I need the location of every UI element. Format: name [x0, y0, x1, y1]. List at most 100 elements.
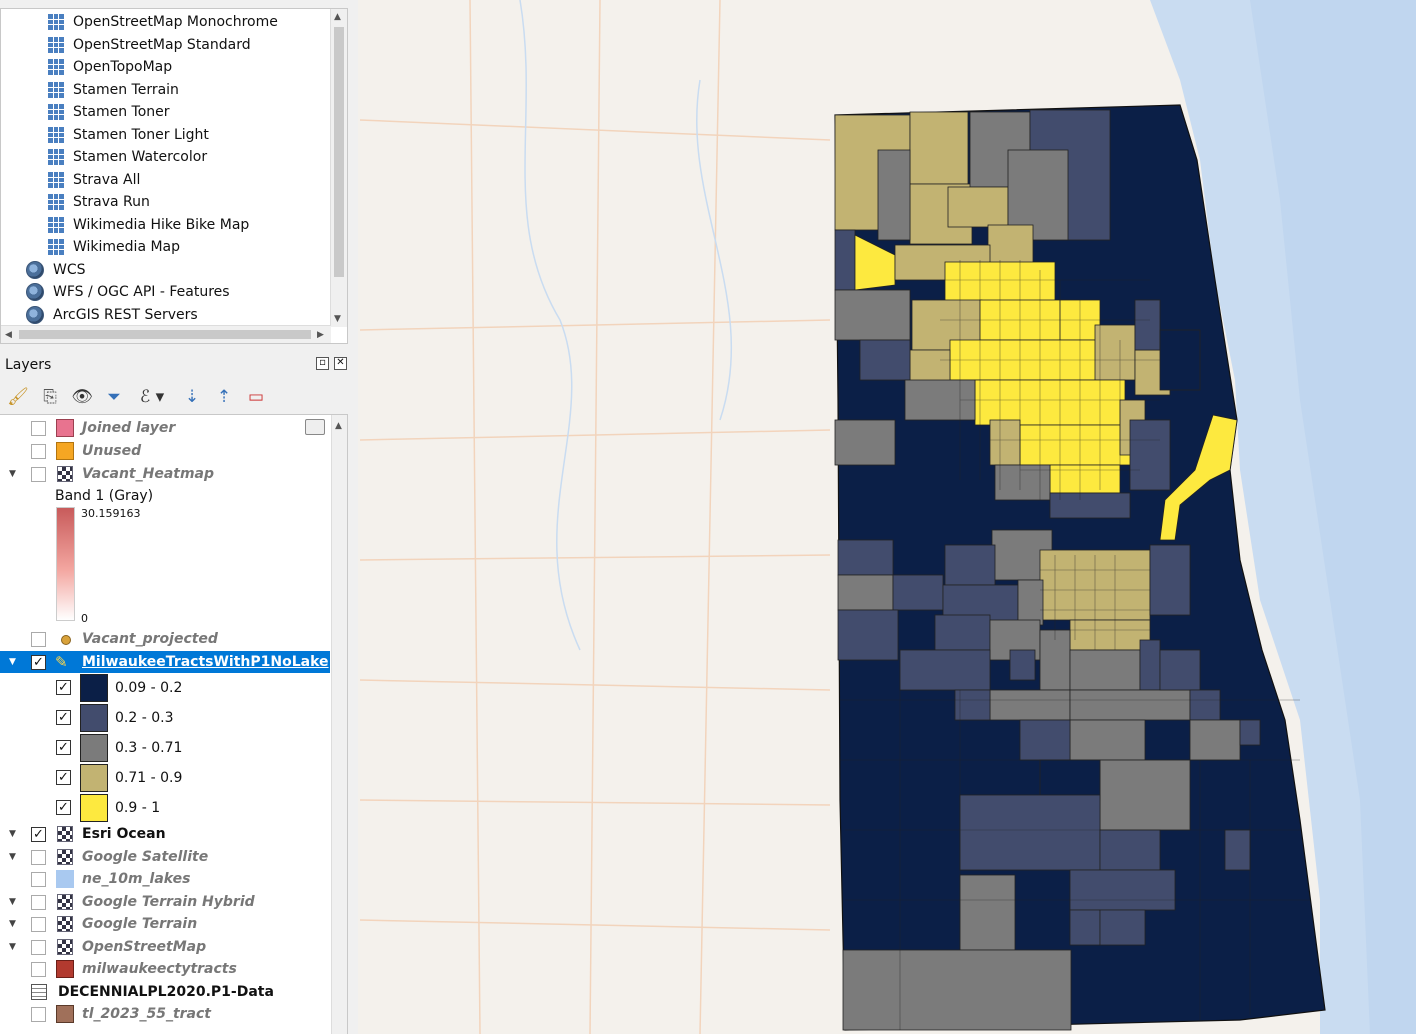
layer-unused[interactable]: Unused	[0, 440, 330, 462]
eye-icon[interactable]: 👁	[70, 385, 94, 409]
collapse-all-icon[interactable]: ⇡	[212, 385, 236, 409]
browser-service[interactable]: WCS	[1, 259, 331, 281]
browser-service[interactable]: ArcGIS REST Servers	[1, 304, 331, 326]
remove-layer-icon[interactable]: ▭	[244, 385, 268, 409]
layer-vacant-projected[interactable]: Vacant_projected	[0, 628, 330, 650]
filter-icon[interactable]: ⏷	[102, 385, 126, 409]
class-checkbox[interactable]: ✓	[56, 710, 71, 725]
layer-checkbox[interactable]	[31, 850, 46, 865]
expand-all-icon[interactable]: ⇣	[180, 385, 204, 409]
browser-vertical-scrollbar[interactable]: ▲ ▼	[330, 9, 347, 327]
browser-item-label: Stamen Toner	[73, 104, 170, 120]
browser-item[interactable]: Stamen Terrain	[1, 79, 331, 101]
expand-arrow-icon[interactable]: ▼	[9, 823, 16, 845]
legend-class-item[interactable]: ✓ 0.71 - 0.9	[0, 763, 330, 793]
class-checkbox[interactable]: ✓	[56, 800, 71, 815]
layer-checkbox[interactable]	[31, 1007, 46, 1022]
xyz-tile-icon	[48, 81, 64, 98]
legend-class-item[interactable]: ✓ 0.09 - 0.2	[0, 673, 330, 703]
class-label: 0.2 - 0.3	[115, 710, 174, 726]
xyz-tile-icon	[48, 36, 64, 53]
layer-checkbox[interactable]: ✓	[31, 827, 46, 842]
class-checkbox[interactable]: ✓	[56, 680, 71, 695]
add-group-icon[interactable]: ⎘	[38, 385, 62, 409]
scroll-thumb-horizontal[interactable]	[19, 330, 311, 339]
layer-checkbox[interactable]	[31, 940, 46, 955]
browser-item[interactable]: Strava All	[1, 169, 331, 191]
layer-milwaukee-tracts-selected[interactable]: ▼ ✓ ✎ MilwaukeeTractsWithP1NoLake	[0, 651, 330, 673]
xyz-tile-icon	[48, 239, 64, 255]
expand-arrow-icon[interactable]: ▼	[9, 651, 16, 673]
layer-checkbox[interactable]	[31, 444, 46, 459]
browser-horizontal-scrollbar[interactable]: ◀ ▶	[1, 325, 331, 343]
layer-milwaukeectytracts[interactable]: milwaukeectytracts	[0, 958, 330, 980]
class-swatch	[80, 794, 108, 822]
band-label: Band 1 (Gray)	[55, 488, 154, 504]
layer-name: Vacant_Heatmap	[82, 466, 215, 482]
polygon-symbol-icon	[56, 442, 74, 460]
browser-item[interactable]: Wikimedia Hike Bike Map	[1, 214, 331, 236]
browser-service-label: ArcGIS REST Servers	[53, 306, 198, 323]
scroll-down-arrow-icon[interactable]: ▼	[334, 314, 341, 324]
expand-arrow-icon[interactable]: ▼	[9, 936, 16, 958]
layer-google-terrain[interactable]: ▼ Google Terrain	[0, 913, 330, 935]
dock-splitter[interactable]	[348, 0, 358, 1034]
layer-checkbox[interactable]	[31, 917, 46, 932]
layer-checkbox[interactable]	[31, 632, 46, 647]
browser-item[interactable]: Stamen Watercolor	[1, 146, 331, 168]
browser-item[interactable]: Strava Run	[1, 191, 331, 213]
layer-ne-lakes[interactable]: ne_10m_lakes	[0, 868, 330, 890]
layer-tl-2023-tract[interactable]: tl_2023_55_tract	[0, 1003, 330, 1025]
map-canvas[interactable]	[358, 0, 1416, 1034]
legend-class-item[interactable]: ✓ 0.2 - 0.3	[0, 703, 330, 733]
browser-item[interactable]: OpenStreetMap Monochrome	[1, 11, 331, 33]
xyz-tile-icon	[48, 194, 64, 210]
expression-filter-icon[interactable]: ℰ ▾	[134, 385, 170, 409]
scroll-thumb[interactable]	[334, 27, 344, 277]
scroll-right-arrow-icon[interactable]: ▶	[317, 330, 324, 340]
layer-checkbox[interactable]	[31, 421, 46, 436]
close-panel-icon[interactable]: ✕	[334, 357, 347, 370]
layer-checkbox[interactable]	[31, 962, 46, 977]
edit-polygon-icon	[56, 960, 74, 978]
layer-checkbox[interactable]	[31, 467, 46, 482]
layer-checkbox[interactable]	[31, 895, 46, 910]
legend-class-item[interactable]: ✓ 0.9 - 1	[0, 793, 330, 823]
layer-checkbox[interactable]	[31, 872, 46, 887]
legend-class-item[interactable]: ✓ 0.3 - 0.71	[0, 733, 330, 763]
expand-arrow-icon[interactable]: ▼	[9, 846, 16, 868]
layers-vertical-scrollbar[interactable]: ▲	[331, 415, 347, 1034]
layer-google-satellite[interactable]: ▼ Google Satellite	[0, 846, 330, 868]
expand-arrow-icon[interactable]: ▼	[9, 891, 16, 913]
layer-esri-ocean[interactable]: ▼ ✓ Esri Ocean	[0, 823, 330, 845]
layer-joined[interactable]: Joined layer	[0, 417, 330, 439]
browser-tree[interactable]: OpenStreetMap Monochrome OpenStreetMap St…	[0, 8, 348, 344]
browser-item[interactable]: OpenTopoMap	[1, 56, 331, 78]
layer-vacant-heatmap[interactable]: ▼ Vacant_Heatmap	[0, 463, 330, 485]
scroll-up-arrow-icon[interactable]: ▲	[335, 421, 342, 431]
paint-brush-icon[interactable]: 🖌	[6, 385, 30, 409]
float-panel-icon[interactable]: ▫	[316, 357, 329, 370]
layer-google-terrain-hybrid[interactable]: ▼ Google Terrain Hybrid	[0, 891, 330, 913]
browser-item[interactable]: Wikimedia Map	[1, 236, 331, 258]
layer-checkbox[interactable]: ✓	[31, 655, 46, 670]
scroll-left-arrow-icon[interactable]: ◀	[5, 330, 12, 340]
browser-item-label: Strava All	[73, 171, 141, 188]
raster-layer-icon	[57, 826, 73, 842]
layer-decennial-table[interactable]: DECENNIALPL2020.P1-Data	[0, 981, 330, 1003]
layer-openstreetmap[interactable]: ▼ OpenStreetMap	[0, 936, 330, 958]
browser-item[interactable]: Stamen Toner Light	[1, 124, 331, 146]
scroll-up-arrow-icon[interactable]: ▲	[334, 12, 341, 22]
class-checkbox[interactable]: ✓	[56, 740, 71, 755]
browser-item[interactable]: OpenStreetMap Standard	[1, 34, 331, 56]
class-checkbox[interactable]: ✓	[56, 770, 71, 785]
expand-arrow-icon[interactable]: ▼	[9, 913, 16, 935]
browser-item-label: Strava Run	[73, 194, 150, 210]
browser-item[interactable]: Stamen Toner	[1, 101, 331, 123]
layer-tree[interactable]: ▲ Joined layer Unused ▼ Vacant_Heatmap B…	[0, 414, 348, 1034]
layer-name: MilwaukeeTractsWithP1NoLake	[82, 654, 329, 670]
layer-name: Google Terrain	[82, 916, 198, 932]
browser-service[interactable]: WFS / OGC API - Features	[1, 281, 331, 303]
expand-arrow-icon[interactable]: ▼	[9, 463, 16, 485]
class-swatch	[80, 674, 108, 702]
